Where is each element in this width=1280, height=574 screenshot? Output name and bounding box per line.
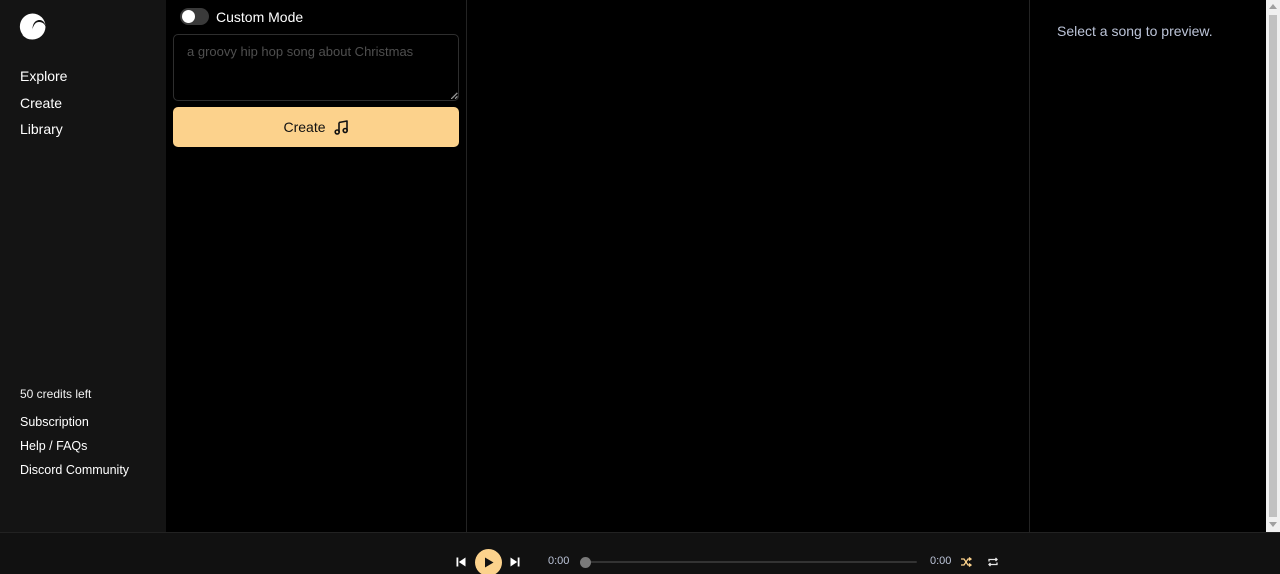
link-discord-community[interactable]: Discord Community [20, 462, 129, 486]
next-icon [510, 557, 520, 567]
scrollbar-thumb[interactable] [1269, 15, 1277, 517]
link-subscription[interactable]: Subscription [20, 414, 129, 438]
nav-library[interactable]: Library [20, 120, 67, 147]
repeat-icon [988, 557, 998, 567]
scroll-up-arrow-icon[interactable] [1269, 4, 1277, 9]
next-track-button[interactable] [504, 551, 526, 573]
create-button-label: Create [283, 119, 326, 135]
shuffle-button[interactable] [955, 551, 977, 573]
song-list-panel [466, 0, 1030, 532]
vertical-scrollbar[interactable] [1266, 0, 1280, 532]
link-help-faqs[interactable]: Help / FAQs [20, 438, 129, 462]
play-icon [485, 557, 494, 568]
nav-explore[interactable]: Explore [20, 67, 67, 94]
custom-mode-row: Custom Mode [180, 8, 303, 25]
toggle-knob [182, 10, 195, 23]
previous-track-button[interactable] [450, 551, 472, 573]
shuffle-icon [961, 556, 972, 568]
previous-icon [456, 557, 466, 567]
play-button[interactable] [475, 549, 502, 574]
suno-logo-icon[interactable] [19, 13, 46, 40]
song-preview-panel: Select a song to preview. [1031, 0, 1266, 532]
song-description-input[interactable] [173, 34, 459, 101]
credits-remaining: 50 credits left [20, 387, 92, 401]
repeat-button[interactable] [982, 551, 1004, 573]
create-button[interactable]: Create [173, 107, 459, 147]
player-bar: 0:00 0:00 [0, 532, 1280, 574]
progress-thumb[interactable] [580, 557, 591, 568]
total-duration: 0:00 [930, 555, 952, 567]
custom-mode-label: Custom Mode [216, 8, 304, 25]
music-note-icon [333, 119, 348, 135]
create-panel: Custom Mode Create [166, 0, 466, 532]
progress-track[interactable] [585, 561, 917, 563]
sidebar-footer-links: Subscription Help / FAQs Discord Communi… [20, 414, 129, 486]
preview-empty-message: Select a song to preview. [1057, 23, 1213, 39]
custom-mode-toggle[interactable] [180, 8, 209, 25]
sidebar-nav: Explore Create Library [20, 67, 67, 147]
elapsed-time: 0:00 [548, 555, 570, 567]
sidebar: Explore Create Library 50 credits left S… [0, 0, 166, 532]
nav-create[interactable]: Create [20, 94, 67, 121]
scroll-down-arrow-icon[interactable] [1269, 522, 1277, 527]
